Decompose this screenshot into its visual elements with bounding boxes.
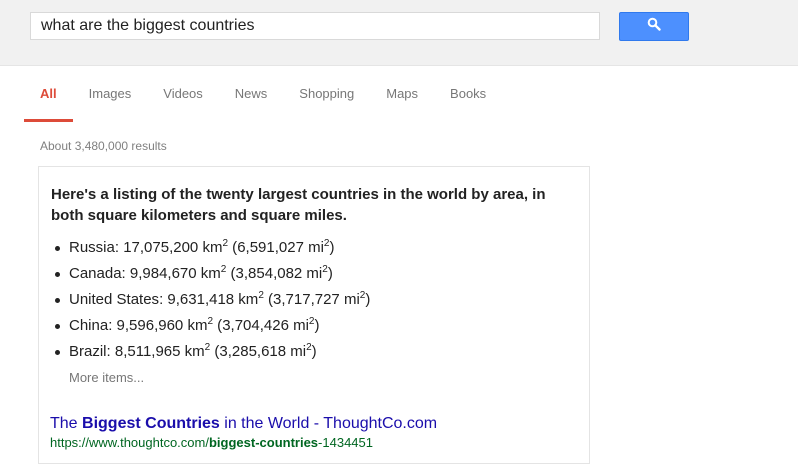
search-tabs: All Images Videos News Shopping Maps Boo…: [24, 80, 502, 122]
list-item: United States: 9,631,418 km2 (3,717,727 …: [51, 287, 370, 313]
search-icon: [647, 17, 661, 36]
search-box[interactable]: [30, 12, 600, 40]
tab-videos[interactable]: Videos: [147, 80, 219, 116]
search-button[interactable]: [619, 12, 689, 41]
country-list: Russia: 17,075,200 km2 (6,591,027 mi2) C…: [51, 235, 370, 365]
result-title-link[interactable]: The Biggest Countries in the World - Tho…: [50, 415, 437, 433]
list-item: Russia: 17,075,200 km2 (6,591,027 mi2): [51, 235, 370, 261]
list-item: China: 9,596,960 km2 (3,704,426 mi2): [51, 313, 370, 339]
search-header: [0, 0, 798, 66]
list-item: Brazil: 8,511,965 km2 (3,285,618 mi2): [51, 339, 370, 365]
snippet-heading: Here's a listing of the twenty largest c…: [51, 186, 546, 224]
results-count: About 3,480,000 results: [40, 139, 167, 153]
result-url: https://www.thoughtco.com/biggest-countr…: [50, 435, 373, 450]
search-input[interactable]: [41, 17, 589, 35]
tab-images[interactable]: Images: [73, 80, 148, 116]
tab-all[interactable]: All: [24, 80, 73, 122]
list-item: Canada: 9,984,670 km2 (3,854,082 mi2): [51, 261, 370, 287]
featured-snippet: Here's a listing of the twenty largest c…: [38, 166, 590, 464]
tab-shopping[interactable]: Shopping: [283, 80, 370, 116]
more-items-link[interactable]: More items...: [69, 370, 144, 385]
tab-news[interactable]: News: [219, 80, 284, 116]
tab-maps[interactable]: Maps: [370, 80, 434, 116]
tab-books[interactable]: Books: [434, 80, 502, 116]
